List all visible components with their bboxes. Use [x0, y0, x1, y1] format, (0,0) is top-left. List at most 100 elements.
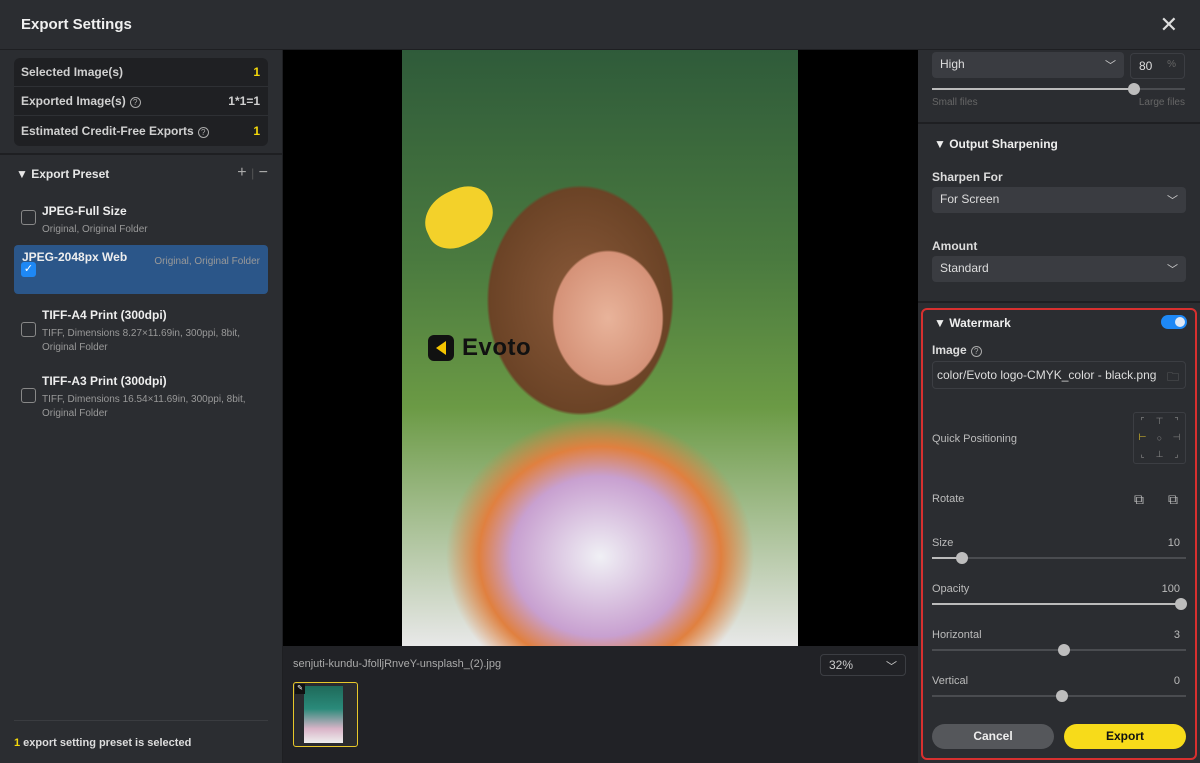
- position-center[interactable]: ○: [1151, 433, 1168, 443]
- stat-value: 1*1=1: [228, 94, 260, 108]
- quality-input[interactable]: 80%: [1130, 53, 1185, 79]
- preset-item[interactable]: TIFF-A3 Print (300dpi) TIFF, Dimensions 1…: [14, 368, 268, 427]
- slider-handle[interactable]: [1058, 644, 1070, 656]
- add-preset-button[interactable]: +: [237, 164, 246, 181]
- preview-panel: Evoto senjuti-kundu-JfolljRnveY-unsplash…: [283, 50, 918, 763]
- preset-status: 1 export setting preset is selected: [14, 720, 268, 749]
- zoom-value: 32%: [829, 658, 853, 672]
- vertical-value: 0: [1174, 675, 1180, 687]
- preset-desc: Original, Original Folder: [42, 223, 260, 237]
- output-sharpening-header[interactable]: ▼ Output Sharpening: [934, 137, 1058, 151]
- section-title: Export Preset: [31, 167, 109, 181]
- dialog-title: Export Settings: [21, 16, 132, 33]
- export-stats: Selected Image(s) 1 Exported Image(s)? 1*1…: [14, 58, 268, 146]
- horizontal-value: 3: [1174, 629, 1180, 641]
- stat-value: 1: [253, 124, 260, 138]
- horizontal-slider[interactable]: [932, 649, 1186, 651]
- watermark-image-path[interactable]: color/Evoto logo-CMYK_color - black.png 🗀: [932, 361, 1186, 389]
- preset-item-selected[interactable]: ✓JPEG-2048px Web Original, Original Folde…: [14, 245, 268, 294]
- preset-name: JPEG-2048px Web: [22, 250, 127, 289]
- collapse-triangle-icon[interactable]: ▼: [16, 167, 31, 181]
- preset-desc: Original, Original Folder: [154, 255, 260, 289]
- slider-handle[interactable]: [1128, 83, 1140, 95]
- position-bottom-left[interactable]: ⌞: [1134, 449, 1151, 460]
- settings-panel: High﹀ 80% Small files Large files ▼ Outp…: [918, 50, 1200, 763]
- cancel-button[interactable]: Cancel: [932, 724, 1054, 749]
- checkbox[interactable]: [21, 210, 36, 225]
- horizontal-label: Horizontal: [932, 629, 982, 641]
- watermark-header[interactable]: ▼ Watermark: [934, 316, 1011, 330]
- chevron-down-icon: ﹀: [1105, 57, 1116, 73]
- path-text: color/Evoto logo-CMYK_color - black.png: [937, 368, 1156, 382]
- checkbox[interactable]: [21, 388, 36, 403]
- divider: [0, 153, 283, 155]
- quality-number: 80: [1139, 59, 1152, 73]
- size-label: Size: [932, 537, 953, 549]
- thumbnail[interactable]: ✎: [293, 682, 358, 747]
- stat-selected-images: Selected Image(s) 1: [14, 58, 268, 87]
- position-right[interactable]: ⊣: [1168, 432, 1185, 443]
- chevron-down-icon: ﹀: [886, 658, 897, 672]
- quick-positioning-grid[interactable]: ⌜⊤⌝ ⊢○⊣ ⌞⊥⌟: [1133, 412, 1186, 464]
- section-title: Watermark: [949, 316, 1011, 330]
- position-top-left[interactable]: ⌜: [1134, 416, 1151, 427]
- preview-stage: Evoto: [283, 50, 918, 646]
- amount-label: Amount: [932, 239, 977, 253]
- amount-select[interactable]: Standard﹀: [932, 256, 1186, 282]
- position-bottom[interactable]: ⊥: [1151, 449, 1168, 460]
- stat-label: Estimated Credit-Free Exports: [21, 124, 194, 138]
- preset-name: TIFF-A3 Print (300dpi): [42, 374, 260, 388]
- file-name: senjuti-kundu-JfolljRnveY-unsplash_(2).j…: [293, 658, 501, 670]
- preset-name: TIFF-A4 Print (300dpi): [42, 308, 260, 322]
- edit-icon: ✎: [295, 684, 305, 694]
- size-value: 10: [1168, 537, 1180, 549]
- position-top-right[interactable]: ⌝: [1168, 416, 1185, 427]
- watermark-toggle[interactable]: [1161, 315, 1187, 329]
- export-preset-header: ▼ Export Preset + | −: [16, 167, 268, 182]
- section-title: Output Sharpening: [949, 137, 1058, 151]
- stat-label: Exported Image(s): [21, 94, 126, 108]
- checkbox[interactable]: [21, 322, 36, 337]
- evoto-logo-icon: [428, 335, 454, 361]
- size-slider[interactable]: [932, 557, 1186, 559]
- preset-item[interactable]: JPEG-Full Size Original, Original Folder: [14, 198, 268, 243]
- sharpen-for-select[interactable]: For Screen﹀: [932, 187, 1186, 213]
- preset-item[interactable]: TIFF-A4 Print (300dpi) TIFF, Dimensions 8…: [14, 302, 268, 361]
- quality-slider[interactable]: [932, 88, 1185, 90]
- position-top[interactable]: ⊤: [1151, 416, 1168, 427]
- stat-value: 1: [253, 65, 260, 79]
- percent-unit: %: [1167, 59, 1176, 73]
- folder-icon[interactable]: 🗀: [1167, 368, 1179, 389]
- vertical-label: Vertical: [932, 675, 968, 687]
- watermark-overlay: Evoto: [428, 334, 531, 362]
- position-left[interactable]: ⊢: [1134, 432, 1151, 443]
- checkbox-checked[interactable]: ✓: [21, 262, 36, 277]
- rotate-label: Rotate: [932, 493, 964, 505]
- slider-handle[interactable]: [1056, 690, 1068, 702]
- opacity-slider[interactable]: [932, 603, 1181, 605]
- preset-desc: TIFF, Dimensions 8.27×11.69in, 300ppi, 8…: [42, 327, 260, 355]
- slider-handle[interactable]: [1175, 598, 1187, 610]
- vertical-slider[interactable]: [932, 695, 1186, 697]
- remove-preset-button[interactable]: −: [259, 164, 268, 181]
- help-icon[interactable]: ?: [198, 127, 209, 138]
- position-bottom-right[interactable]: ⌟: [1168, 449, 1185, 460]
- watermark-text: Evoto: [462, 334, 531, 362]
- export-button[interactable]: Export: [1064, 724, 1186, 749]
- help-icon[interactable]: ?: [130, 97, 141, 108]
- divider: [918, 122, 1200, 124]
- help-icon[interactable]: ?: [971, 346, 982, 357]
- preset-desc: TIFF, Dimensions 16.54×11.69in, 300ppi, …: [42, 393, 260, 421]
- left-panel: Selected Image(s) 1 Exported Image(s)? 1*1…: [0, 50, 283, 763]
- sharpen-for-label: Sharpen For: [932, 170, 1003, 184]
- small-files-label: Small files: [932, 97, 978, 108]
- zoom-select[interactable]: 32% ﹀: [820, 654, 906, 676]
- quality-value: High: [940, 57, 965, 73]
- close-icon[interactable]: ✕: [1160, 12, 1178, 38]
- rotate-left-icon[interactable]: ⧉: [1134, 491, 1144, 508]
- rotate-right-icon[interactable]: ⧉: [1168, 491, 1178, 508]
- quality-select[interactable]: High ﹀: [932, 52, 1124, 78]
- preset-name: JPEG-Full Size: [42, 204, 260, 218]
- stat-label: Selected Image(s): [21, 65, 123, 79]
- stat-credit-free: Estimated Credit-Free Exports? 1: [14, 116, 268, 145]
